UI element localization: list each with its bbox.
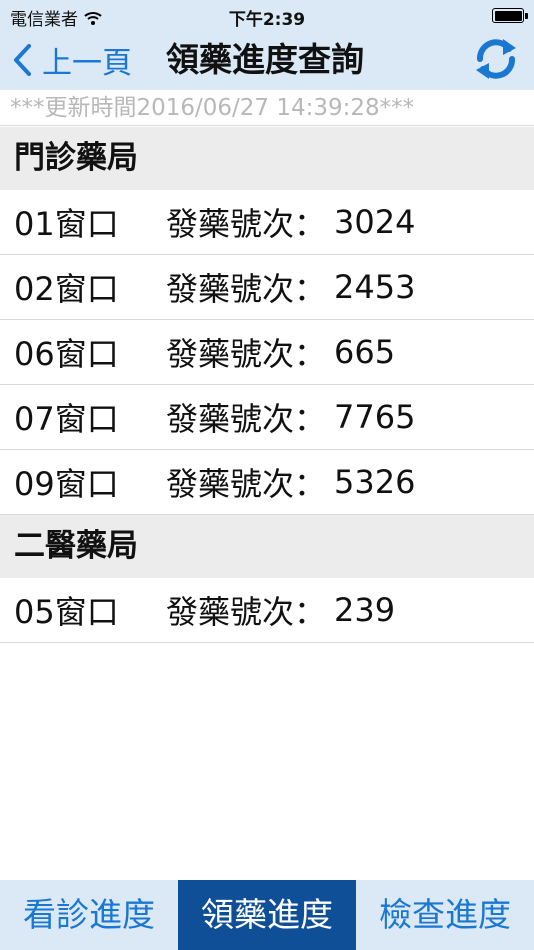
window-label: 06窗口 <box>14 335 119 373</box>
navigation-bar: 上一頁 領藥進度查詢 <box>0 30 534 90</box>
refresh-icon[interactable] <box>472 35 520 83</box>
window-label: 05窗口 <box>14 593 119 631</box>
update-time: ***更新時間2016/06/27 14:39:28*** <box>0 90 534 126</box>
battery-icon <box>492 8 528 23</box>
dispense-label: 發藥號次： <box>166 465 327 503</box>
dispense-number: 5326 <box>334 463 416 501</box>
chevron-left-icon <box>14 44 31 76</box>
dispense-number: 3024 <box>334 203 416 241</box>
dispense-label: 發藥號次： <box>166 335 327 373</box>
dispense-label: 發藥號次： <box>166 205 327 243</box>
queue-list: 門診藥局 01窗口 發藥號次： 3024 02窗口 發藥號次： 2453 06窗… <box>0 127 534 643</box>
status-time: 下午2:39 <box>228 10 306 30</box>
section-header: 二醫藥局 <box>0 515 534 578</box>
tab-medication-progress[interactable]: 領藥進度 <box>178 880 356 950</box>
status-bar: 電信業者 下午2:39 <box>0 0 534 30</box>
dispense-number: 7765 <box>334 398 416 436</box>
tab-consultation-progress[interactable]: 看診進度 <box>0 880 178 950</box>
back-label: 上一頁 <box>42 46 132 81</box>
list-item[interactable]: 07窗口 發藥號次： 7765 <box>0 385 534 450</box>
back-button[interactable]: 上一頁 <box>12 40 132 81</box>
list-item[interactable]: 01窗口 發藥號次： 3024 <box>0 190 534 255</box>
list-item[interactable]: 09窗口 發藥號次： 5326 <box>0 450 534 515</box>
window-label: 07窗口 <box>14 400 119 438</box>
tab-examination-progress[interactable]: 檢查進度 <box>356 880 534 950</box>
dispense-number: 2453 <box>334 268 416 306</box>
dispense-number: 239 <box>334 591 396 629</box>
dispense-number: 665 <box>334 333 396 371</box>
section-header: 門診藥局 <box>0 127 534 190</box>
window-label: 09窗口 <box>14 465 119 503</box>
window-label: 02窗口 <box>14 270 119 308</box>
tab-bar: 看診進度 領藥進度 檢查進度 <box>0 880 534 950</box>
list-item[interactable]: 05窗口 發藥號次： 239 <box>0 578 534 643</box>
page-title: 領藥進度查詢 <box>166 40 364 79</box>
dispense-label: 發藥號次： <box>166 400 327 438</box>
window-label: 01窗口 <box>14 205 119 243</box>
dispense-label: 發藥號次： <box>166 593 327 631</box>
dispense-label: 發藥號次： <box>166 270 327 308</box>
list-item[interactable]: 06窗口 發藥號次： 665 <box>0 320 534 385</box>
list-item[interactable]: 02窗口 發藥號次： 2453 <box>0 255 534 320</box>
